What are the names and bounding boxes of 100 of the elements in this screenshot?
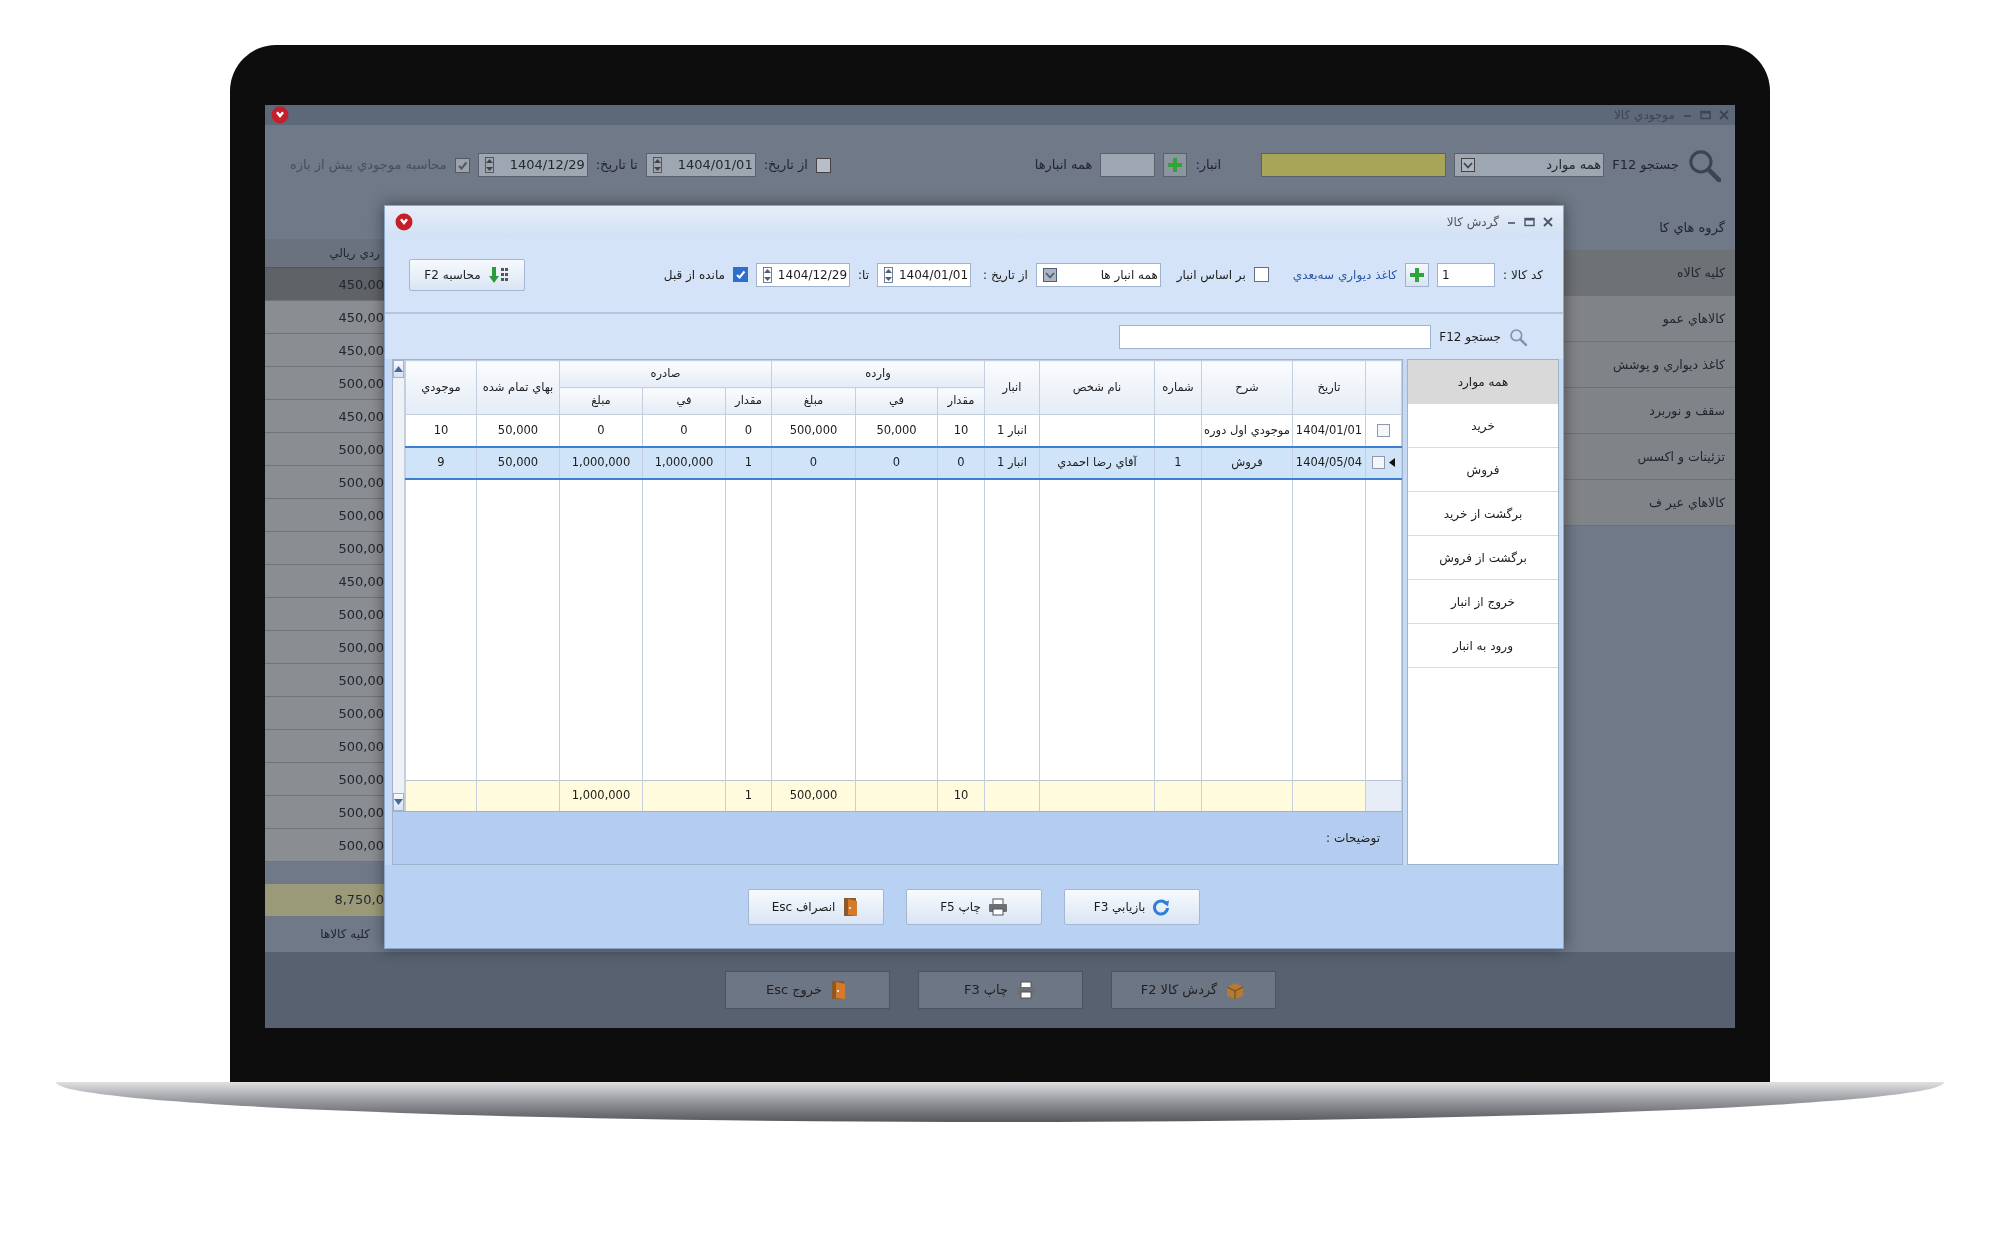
table-cell: 500,00 <box>265 499 384 532</box>
table-cell: آقاي رضا احمدي <box>1057 454 1137 469</box>
table-cell: 450,00 <box>265 565 384 598</box>
table-cell: 450,00 <box>265 268 384 301</box>
filter-item[interactable]: خروج از انبار <box>1408 580 1558 624</box>
warehouse-dropdown[interactable]: همه انبار ها <box>1035 262 1161 287</box>
spin-icon <box>883 266 893 283</box>
table-cell: 500,00 <box>265 631 384 664</box>
column-header: انبار <box>984 360 1040 415</box>
filter-item[interactable]: خريد <box>1408 404 1558 448</box>
box-icon <box>1225 980 1246 1000</box>
column-header: بهاي تمام شده <box>476 360 560 415</box>
table-cell: 9 <box>437 454 445 469</box>
from-date-field[interactable]: 1404/01/01 <box>645 153 756 177</box>
table-cell: 50,000 <box>497 454 539 469</box>
checkbox[interactable] <box>1377 423 1390 437</box>
table-cell: 1,000,000 <box>571 454 631 469</box>
column-header: في <box>855 387 938 415</box>
from-date-label: از تاريخ: <box>763 156 808 175</box>
column-header: ردي ريالي <box>265 239 384 268</box>
row-indicator-icon <box>1389 458 1395 467</box>
spin-icon <box>484 157 494 173</box>
category-dropdown[interactable]: همه موارد <box>1454 153 1605 177</box>
table-cell: موجودي اول دوره <box>1204 422 1290 437</box>
checkmark-icon <box>735 269 747 280</box>
checkbox-label: بر اساس انبار <box>1176 266 1246 284</box>
scrollbar[interactable] <box>393 360 405 811</box>
add-button[interactable] <box>1163 153 1188 177</box>
column-header: تاريخ <box>1292 360 1366 415</box>
table-cell: 0 <box>744 422 753 437</box>
table-cell: 500,00 <box>265 829 384 862</box>
search-icon <box>1509 327 1527 346</box>
search-field[interactable] <box>1119 324 1432 349</box>
spin-icon <box>762 266 772 283</box>
column-header: مقدار <box>937 387 985 415</box>
table-cell: 50,000 <box>497 422 539 437</box>
total-cell: 500,000 <box>789 788 838 803</box>
search-field[interactable] <box>1261 153 1447 177</box>
filter-item[interactable]: همه موارد <box>1408 360 1558 404</box>
column-header: في <box>642 387 726 415</box>
dialog-button[interactable]: چاپ F5 <box>906 888 1042 925</box>
toolbar-button[interactable]: چاپ F3 <box>917 971 1083 1009</box>
group-item[interactable]: كالاهاي عمو <box>1564 296 1735 342</box>
group-item[interactable]: كالاهاي عير ف <box>1564 480 1735 526</box>
filter-item[interactable]: برگشت از خريد <box>1408 492 1558 536</box>
filter-item[interactable]: ورود به انبار <box>1408 624 1558 668</box>
plus-icon <box>1409 266 1426 283</box>
table-cell: فروش <box>1231 454 1263 469</box>
dialog-button[interactable]: انصراف Esc <box>748 888 884 925</box>
checkmark-icon <box>456 159 468 171</box>
table-cell: 1404/05/04 <box>1295 454 1363 469</box>
field-label: از تاريخ : <box>983 266 1028 284</box>
column-header: شرح <box>1201 360 1293 415</box>
filter-item[interactable]: برگشت از فروش <box>1408 536 1558 580</box>
table-cell: 500,00 <box>265 664 384 697</box>
table-cell: 0 <box>809 454 818 469</box>
warehouse-code-field[interactable] <box>1100 153 1156 177</box>
checkbox[interactable] <box>454 157 470 173</box>
table-cell: 500,00 <box>265 796 384 829</box>
search-label: جستجو F12 <box>1439 328 1501 346</box>
filter-item[interactable]: فروش <box>1408 448 1558 492</box>
group-item[interactable]: كاغذ ديواري و پوشش <box>1564 342 1735 388</box>
table-cell: 0 <box>597 422 605 437</box>
dialog-button[interactable]: بازيابي F3 <box>1064 888 1200 925</box>
field-label: تا: <box>858 266 870 284</box>
maximize-icon <box>1524 216 1535 227</box>
spin-icon <box>652 157 662 173</box>
checkbox[interactable] <box>815 157 831 173</box>
printer-icon <box>987 897 1008 916</box>
group-item[interactable]: تزئينات و اكسس <box>1564 434 1735 480</box>
printer-icon <box>1016 981 1037 999</box>
table-cell: 500,00 <box>265 763 384 796</box>
column-header: نام شخص <box>1039 360 1155 415</box>
toolbar-button[interactable]: خروج Esc <box>724 971 890 1009</box>
group-item[interactable]: سقف و نوربرد <box>1564 388 1735 434</box>
table-cell: 450,00 <box>265 301 384 334</box>
table-cell: انبار 1 <box>997 454 1027 469</box>
close-icon <box>1719 110 1729 120</box>
checkbox[interactable] <box>1253 267 1269 282</box>
description-label: توضيحات : <box>1326 830 1380 847</box>
to-date-field[interactable]: 1404/12/29 <box>477 153 588 177</box>
checkbox[interactable] <box>733 267 749 282</box>
table-cell: 50,000 <box>876 422 917 437</box>
calculate-button[interactable]: محاسبه F2 <box>409 258 525 291</box>
column-header: وارده <box>771 360 985 388</box>
table-cell: 500,00 <box>265 532 384 565</box>
table-cell: 1,000,000 <box>654 454 714 469</box>
total-cell: 1,000,000 <box>571 788 631 803</box>
logo-icon <box>271 106 289 124</box>
from-date-field[interactable]: 1404/01/01 <box>877 262 972 287</box>
to-date-field[interactable]: 1404/12/29 <box>756 262 851 287</box>
checkbox-label: مانده از قبل <box>663 266 726 284</box>
total-cell: 10 <box>953 788 969 803</box>
table-cell: 1 <box>744 454 753 469</box>
toolbar-button[interactable]: گردش كالا F2 <box>1110 971 1276 1009</box>
product-code-field[interactable]: 1 <box>1437 262 1496 287</box>
table-cell: 0 <box>957 454 965 469</box>
add-button[interactable] <box>1405 262 1430 287</box>
checkbox[interactable] <box>1372 456 1385 469</box>
table-cell: 0 <box>892 454 901 469</box>
